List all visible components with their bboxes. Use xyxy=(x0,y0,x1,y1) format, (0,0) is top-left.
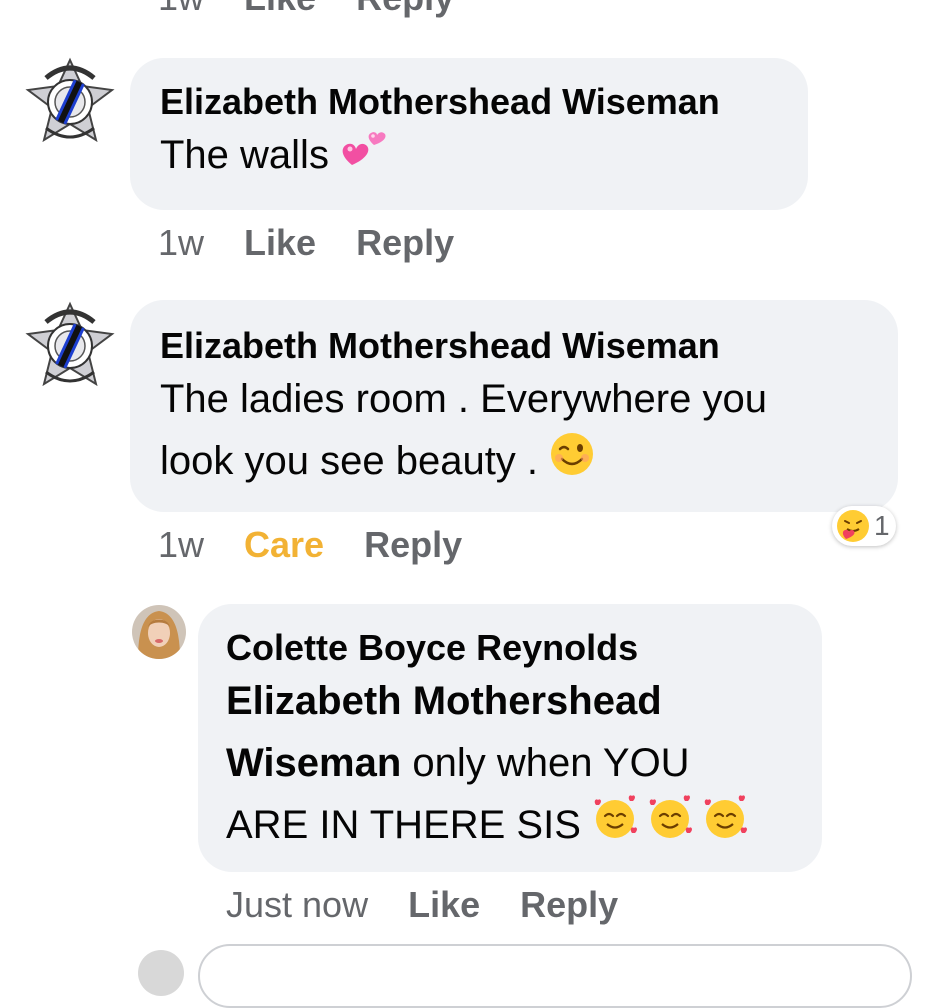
top-reply-button[interactable]: Reply xyxy=(356,0,454,19)
comment-bubble-2: Elizabeth Mothershead Wiseman The ladies… xyxy=(130,300,898,512)
avatar-colette[interactable] xyxy=(132,605,186,659)
comment-time[interactable]: 1w xyxy=(158,222,204,264)
avatar-sergeant-badge[interactable] xyxy=(24,300,116,392)
mention-tag[interactable]: Elizabeth Mothershead xyxy=(226,670,822,732)
profile-photo-icon xyxy=(132,605,186,659)
comment-bubble-1: Elizabeth Mothershead Wiseman The walls xyxy=(130,58,808,210)
comment-author[interactable]: Elizabeth Mothershead Wiseman xyxy=(160,324,898,368)
write-reply-input[interactable] xyxy=(198,944,912,1008)
comment-text-line-2: look you see beauty . xyxy=(160,430,898,495)
two-hearts-icon xyxy=(340,125,392,189)
comment-author[interactable]: Elizabeth Mothershead Wiseman xyxy=(160,80,808,124)
sergeant-badge-icon xyxy=(25,301,115,387)
composer-avatar xyxy=(138,950,184,996)
like-button[interactable]: Like xyxy=(244,222,316,264)
reply-actions: Just now Like Reply xyxy=(226,884,618,926)
comment-text-1: The walls xyxy=(160,124,808,189)
reply-text: only when YOU xyxy=(401,741,690,785)
reaction-summary[interactable]: 1 xyxy=(832,506,896,546)
reply-button[interactable]: Reply xyxy=(520,884,618,926)
smiling-face-with-hearts-icon xyxy=(592,795,752,859)
comment-text-line-1: The ladies room . Everywhere you xyxy=(160,377,767,421)
winking-face-icon xyxy=(549,431,595,495)
reply-author[interactable]: Colette Boyce Reynolds xyxy=(226,626,822,670)
comment-time[interactable]: 1w xyxy=(158,524,204,566)
reply-text-line-2: Wiseman only when YOU xyxy=(226,732,822,794)
reply-button[interactable]: Reply xyxy=(356,222,454,264)
mention-tag-cont[interactable]: Wiseman xyxy=(226,741,401,785)
top-comment-actions: 1w Like Reply xyxy=(158,0,454,18)
reply-text-line-3: ARE IN THERE SIS xyxy=(226,794,822,859)
care-emoji-icon xyxy=(837,510,869,542)
comment-text: look you see beauty . xyxy=(160,439,539,483)
like-button[interactable]: Like xyxy=(408,884,480,926)
avatar-sergeant-badge[interactable] xyxy=(24,56,116,148)
sergeant-badge-icon xyxy=(25,57,115,143)
reply-time[interactable]: Just now xyxy=(226,884,368,926)
top-like-button[interactable]: Like xyxy=(244,0,316,19)
reply-button[interactable]: Reply xyxy=(364,524,462,566)
top-time: 1w xyxy=(158,0,204,19)
comment-actions-2: 1w Care Reply xyxy=(158,524,462,566)
reply-bubble: Colette Boyce Reynolds Elizabeth Mothers… xyxy=(198,604,822,872)
care-reaction-button[interactable]: Care xyxy=(244,524,324,566)
reaction-count: 1 xyxy=(874,510,890,541)
comment-text: The walls xyxy=(160,133,329,177)
reply-text: ARE IN THERE SIS xyxy=(226,803,581,847)
comment-actions-1: 1w Like Reply xyxy=(158,222,454,264)
